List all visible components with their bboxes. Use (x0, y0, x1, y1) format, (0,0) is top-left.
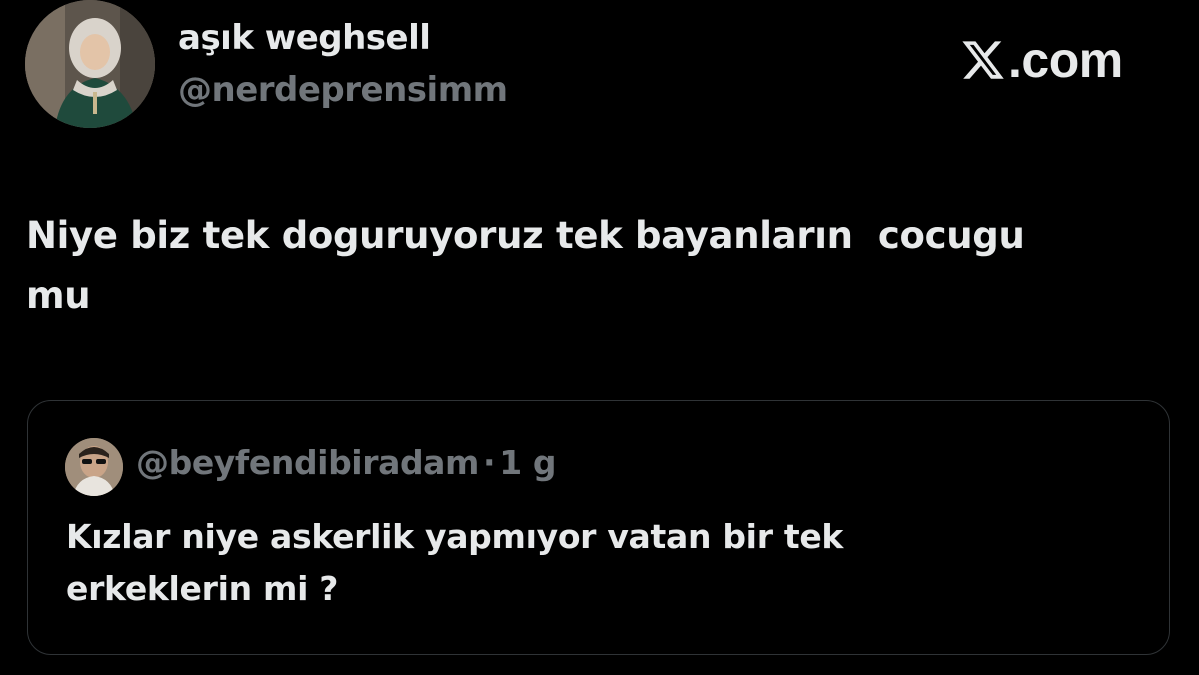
quoted-avatar[interactable] (65, 438, 123, 496)
author-handle[interactable]: @nerdeprensimm (178, 70, 508, 110)
meta-separator: · (483, 443, 496, 482)
quoted-tweet-card[interactable]: @beyfendibiradam · 1 g Kızlar niye askerli… (27, 400, 1170, 655)
quoted-avatar-photo-icon (65, 438, 123, 496)
quoted-tweet-meta: @beyfendibiradam · 1 g (136, 443, 556, 482)
brand-domain: .com (1008, 32, 1123, 88)
x-logo-icon (962, 41, 1004, 79)
quoted-tweet-text: Kızlar niye askerlik yapmıyor vatan bir … (66, 517, 844, 608)
quoted-author-handle[interactable]: @beyfendibiradam (136, 443, 479, 482)
quoted-tweet-timestamp[interactable]: 1 g (499, 443, 556, 482)
tweet-screenshot: aşık weghsell @nerdeprensimm .com Niye b… (0, 0, 1199, 675)
profile-avatar[interactable] (25, 0, 155, 128)
author-display-name[interactable]: aşık weghsell (178, 18, 431, 58)
x-com-watermark: .com (960, 30, 1123, 90)
avatar-photo-icon (25, 0, 155, 128)
tweet-text: Niye biz tek doguruyoruz tek bayanların … (26, 214, 1025, 317)
